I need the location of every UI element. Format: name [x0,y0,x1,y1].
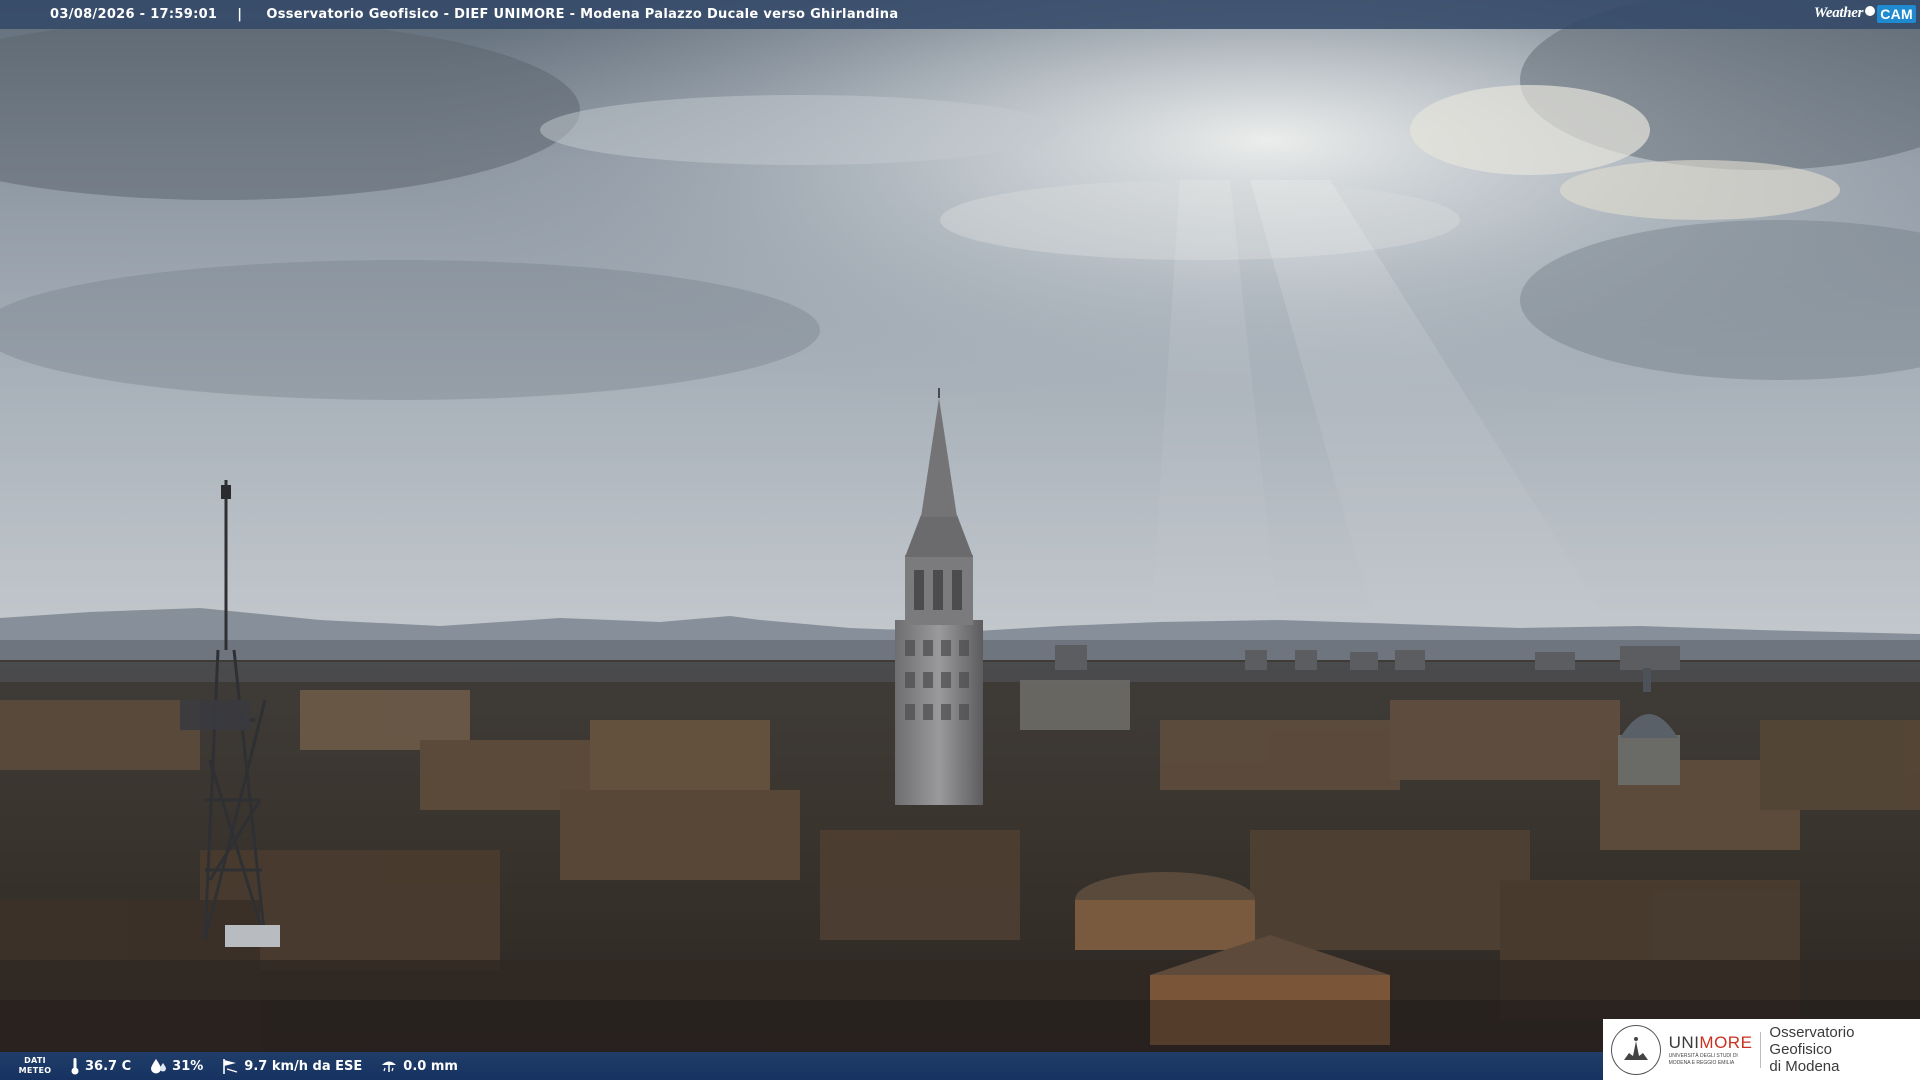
dati-label: DATI [24,1056,46,1065]
observatory-line-1: Osservatorio Geofisico [1769,1024,1855,1058]
camera-location-title: Osservatorio Geofisico - DIEF UNIMORE - … [266,7,899,22]
logo-divider [1760,1031,1762,1068]
rain-value: 0.0 mm [403,1058,458,1074]
temperature-reading: 36.7 C [70,1057,131,1075]
weathercam-dot-icon [1865,5,1876,16]
meteo-label: METEO [18,1066,52,1075]
weathercam-logo-weather: Weather [1813,5,1864,21]
webcam-view [0,0,1920,1080]
rain-gauge-icon [380,1058,398,1074]
unimore-observatory-logo: UNIMORE UNIVERSITÀ DEGLI STUDI DI MODENA… [1603,1019,1920,1080]
unimore-prefix: UNI [1668,1032,1700,1052]
temperature-value: 36.7 C [85,1058,132,1074]
unimore-name: UNIMORE [1668,1032,1753,1052]
dati-meteo-label: DATI METEO [0,1056,70,1076]
wind-reading: 9.7 km/h da ESE [221,1057,362,1075]
unimore-subtitle-1: UNIVERSITÀ DEGLI STUDI DI [1668,1052,1738,1059]
weather-data-bar: DATI METEO 36.7 C 31% 9.7 km/h da ESE 0.… [0,1052,1604,1080]
header-separator: | [237,7,243,22]
unimore-accent: MORE [1699,1032,1753,1052]
rain-reading: 0.0 mm [380,1058,458,1074]
thermometer-icon [70,1057,80,1075]
observatory-name: Osservatorio Geofisico di Modena [1769,1024,1920,1075]
top-info-bar: 03/08/2026 - 17:59:01 | Osservatorio Geo… [0,0,1920,29]
wind-value: 9.7 km/h da ESE [244,1058,363,1074]
weathercam-logo: Weather CAM [1810,0,1920,27]
weathercam-logo-cam: CAM [1877,4,1916,23]
unimore-subtitle-2: MODENA E REGGIO EMILIA [1668,1059,1735,1066]
humidity-value: 31% [172,1058,204,1074]
unimore-wordmark: UNIMORE UNIVERSITÀ DEGLI STUDI DI MODENA… [1668,1032,1753,1066]
university-seal-icon [1611,1024,1661,1075]
wind-icon [221,1057,239,1075]
observatory-line-2: di Modena [1769,1058,1840,1075]
humidity-drop-icon [149,1058,167,1074]
humidity-reading: 31% [149,1058,203,1074]
capture-datetime: 03/08/2026 - 17:59:01 [50,7,218,22]
